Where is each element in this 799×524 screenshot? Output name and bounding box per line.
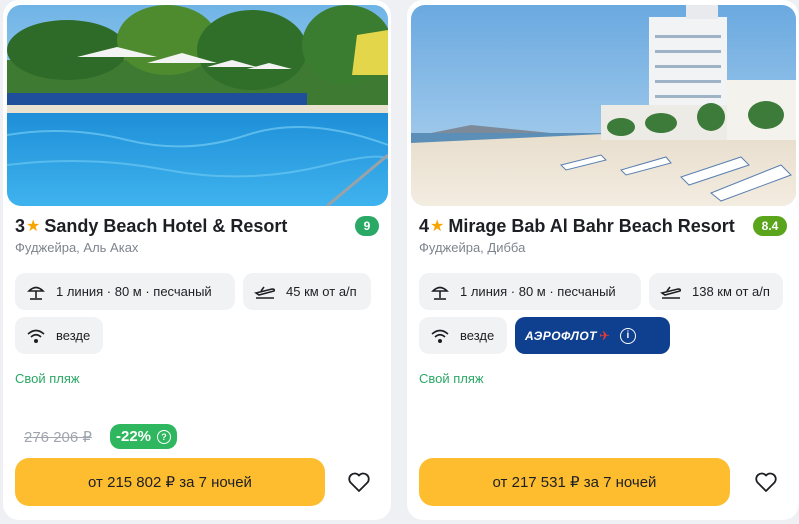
wifi-chip: везде <box>419 317 507 354</box>
wifi-icon <box>431 329 449 343</box>
price-button[interactable]: от 217 531 ₽ за 7 ночей <box>419 458 730 506</box>
hotel-card[interactable]: 3 ★ Sandy Beach Hotel & Resort 9 Фуджейр… <box>3 0 391 520</box>
hotel-card[interactable]: 4 ★ Mirage Bab Al Bahr Beach Resort 8.4 … <box>407 0 799 520</box>
aeroflot-wing-icon: ✈ <box>599 327 610 343</box>
hotel-location: Фуджейра, Дибба <box>419 240 526 255</box>
heart-icon[interactable] <box>753 469 779 495</box>
hotel-photo[interactable] <box>7 5 388 206</box>
question-icon[interactable]: ? <box>157 429 172 444</box>
heart-icon[interactable] <box>346 469 372 495</box>
plane-icon <box>660 286 682 299</box>
plane-icon <box>254 286 276 299</box>
airport-distance: 45 км от а/п <box>286 284 357 299</box>
star-count: 4 <box>419 215 430 236</box>
wifi-icon <box>27 329 45 343</box>
hotel-photo[interactable] <box>411 5 796 206</box>
wifi-text: везде <box>460 328 495 343</box>
rating-badge: 9 <box>355 216 379 236</box>
airport-distance: 138 км от а/п <box>692 284 770 299</box>
beach-line-chip: 1 линия · 80 м · песчаный <box>419 273 641 310</box>
hotel-name[interactable]: Mirage Bab Al Bahr Beach Resort <box>448 216 745 237</box>
star-icon: ★ <box>26 218 41 235</box>
aeroflot-logo: АЭРОФЛОТ <box>525 328 598 343</box>
beach-umbrella-icon <box>27 286 45 300</box>
star-count: 3 <box>15 215 26 236</box>
hotel-name[interactable]: Sandy Beach Hotel & Resort <box>44 216 347 237</box>
price-button[interactable]: от 215 802 ₽ за 7 ночей <box>15 458 325 506</box>
rating-badge: 8.4 <box>753 216 787 236</box>
discount-badge[interactable]: -22% ? <box>110 424 178 449</box>
beach-umbrella-icon <box>431 286 449 300</box>
wifi-chip: везде <box>15 317 103 354</box>
airline-badge[interactable]: АЭРОФЛОТ ✈ i <box>515 317 670 354</box>
beach-line-chip: 1 линия · 80 м · песчаный <box>15 273 235 310</box>
hotel-location: Фуджейра, Аль Аках <box>15 240 139 255</box>
beach-line-text: 1 линия · 80 м · песчаный <box>460 284 616 299</box>
star-icon: ★ <box>430 218 445 235</box>
discount-value: -22% <box>116 428 152 445</box>
own-beach-note: Свой пляж <box>15 371 80 386</box>
info-icon[interactable]: i <box>619 327 636 344</box>
wifi-text: везде <box>56 328 91 343</box>
beach-line-text: 1 линия · 80 м · песчаный <box>56 284 212 299</box>
airport-chip: 45 км от а/п <box>243 273 371 310</box>
airport-chip: 138 км от а/п <box>649 273 783 310</box>
old-price: 276 206 ₽ <box>24 429 92 446</box>
own-beach-note: Свой пляж <box>419 371 484 386</box>
